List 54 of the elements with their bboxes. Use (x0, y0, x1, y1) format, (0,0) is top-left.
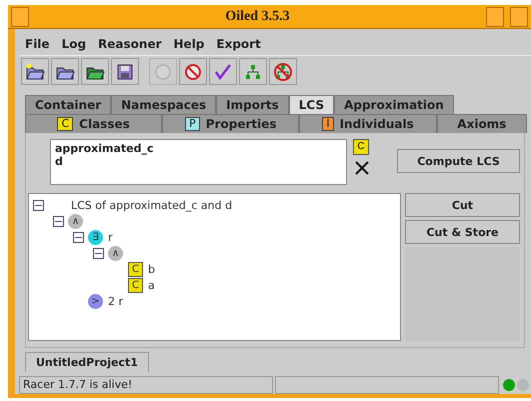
concepts-field[interactable]: approximated_c d (50, 139, 348, 185)
node-type-icon: ∧ (68, 214, 83, 228)
folder-icon[interactable] (51, 58, 79, 85)
tab[interactable]: C Classes (25, 114, 162, 133)
project-tab[interactable]: UntitledProject1 (25, 352, 149, 372)
collapse-icon[interactable] (93, 248, 104, 258)
menu-item[interactable]: Log (62, 37, 86, 51)
prohibited-icon[interactable] (269, 58, 297, 85)
node-type-icon: > (88, 294, 103, 308)
compute-lcs-button[interactable]: Compute LCS (397, 149, 520, 173)
status-message: Racer 1.7.7 is alive! (19, 376, 273, 394)
tab[interactable]: P Properties (162, 114, 300, 133)
node-type-icon: ∧ (108, 246, 123, 260)
folder-icon[interactable] (81, 58, 109, 85)
menu-item[interactable]: Reasoner (98, 37, 162, 51)
menu-item[interactable]: File (25, 37, 50, 51)
tab[interactable]: Container (25, 95, 112, 114)
tab-label: Individuals (340, 117, 414, 131)
collapse-icon[interactable] (73, 232, 84, 242)
tree-node-label[interactable]: b (147, 262, 155, 276)
tab-label: Properties (206, 117, 277, 131)
tab[interactable]: Approximation (334, 95, 454, 114)
checkmark-icon[interactable] (209, 58, 237, 85)
tab-badge: I (322, 117, 334, 131)
save-icon[interactable] (111, 58, 139, 85)
tree-node-label[interactable]: a (147, 278, 155, 292)
cut-button[interactable]: Cut (405, 193, 520, 217)
add-class-button[interactable]: C (353, 139, 370, 155)
new-file-icon[interactable] (21, 58, 49, 85)
prohibited-icon[interactable] (179, 58, 207, 85)
tree-node-label[interactable]: LCS of approximated_c and d (70, 198, 232, 212)
tab[interactable]: Axioms (436, 114, 527, 133)
collapse-icon[interactable] (53, 216, 64, 226)
hierarchy-icon[interactable] (239, 58, 267, 85)
tab[interactable]: Imports (216, 95, 289, 114)
tab[interactable]: Namespaces (111, 95, 216, 114)
tree-node-label[interactable]: r (107, 230, 113, 244)
tab-label: Classes (79, 117, 130, 131)
tab[interactable]: LCS (288, 95, 334, 114)
concept-name: approximated_c (55, 142, 155, 155)
cut-and-store-button[interactable]: Cut & Store (405, 220, 520, 244)
node-type-icon: C (128, 278, 143, 292)
tree-node-label[interactable]: 2 r (107, 294, 124, 308)
menu-item[interactable]: Export (216, 37, 261, 51)
window-title: Oiled 3.5.3 (224, 8, 291, 24)
tab-label: Axioms (457, 117, 506, 131)
node-type-icon: C (128, 262, 143, 276)
concept-name: d (55, 155, 64, 168)
node-type-icon: ∃ (88, 230, 103, 244)
tab-badge: C (57, 117, 74, 131)
tab[interactable]: I Individuals (299, 114, 437, 133)
collapse-icon[interactable] (33, 200, 44, 210)
tab-badge: P (185, 117, 200, 131)
menu-item[interactable]: Help (174, 37, 204, 51)
